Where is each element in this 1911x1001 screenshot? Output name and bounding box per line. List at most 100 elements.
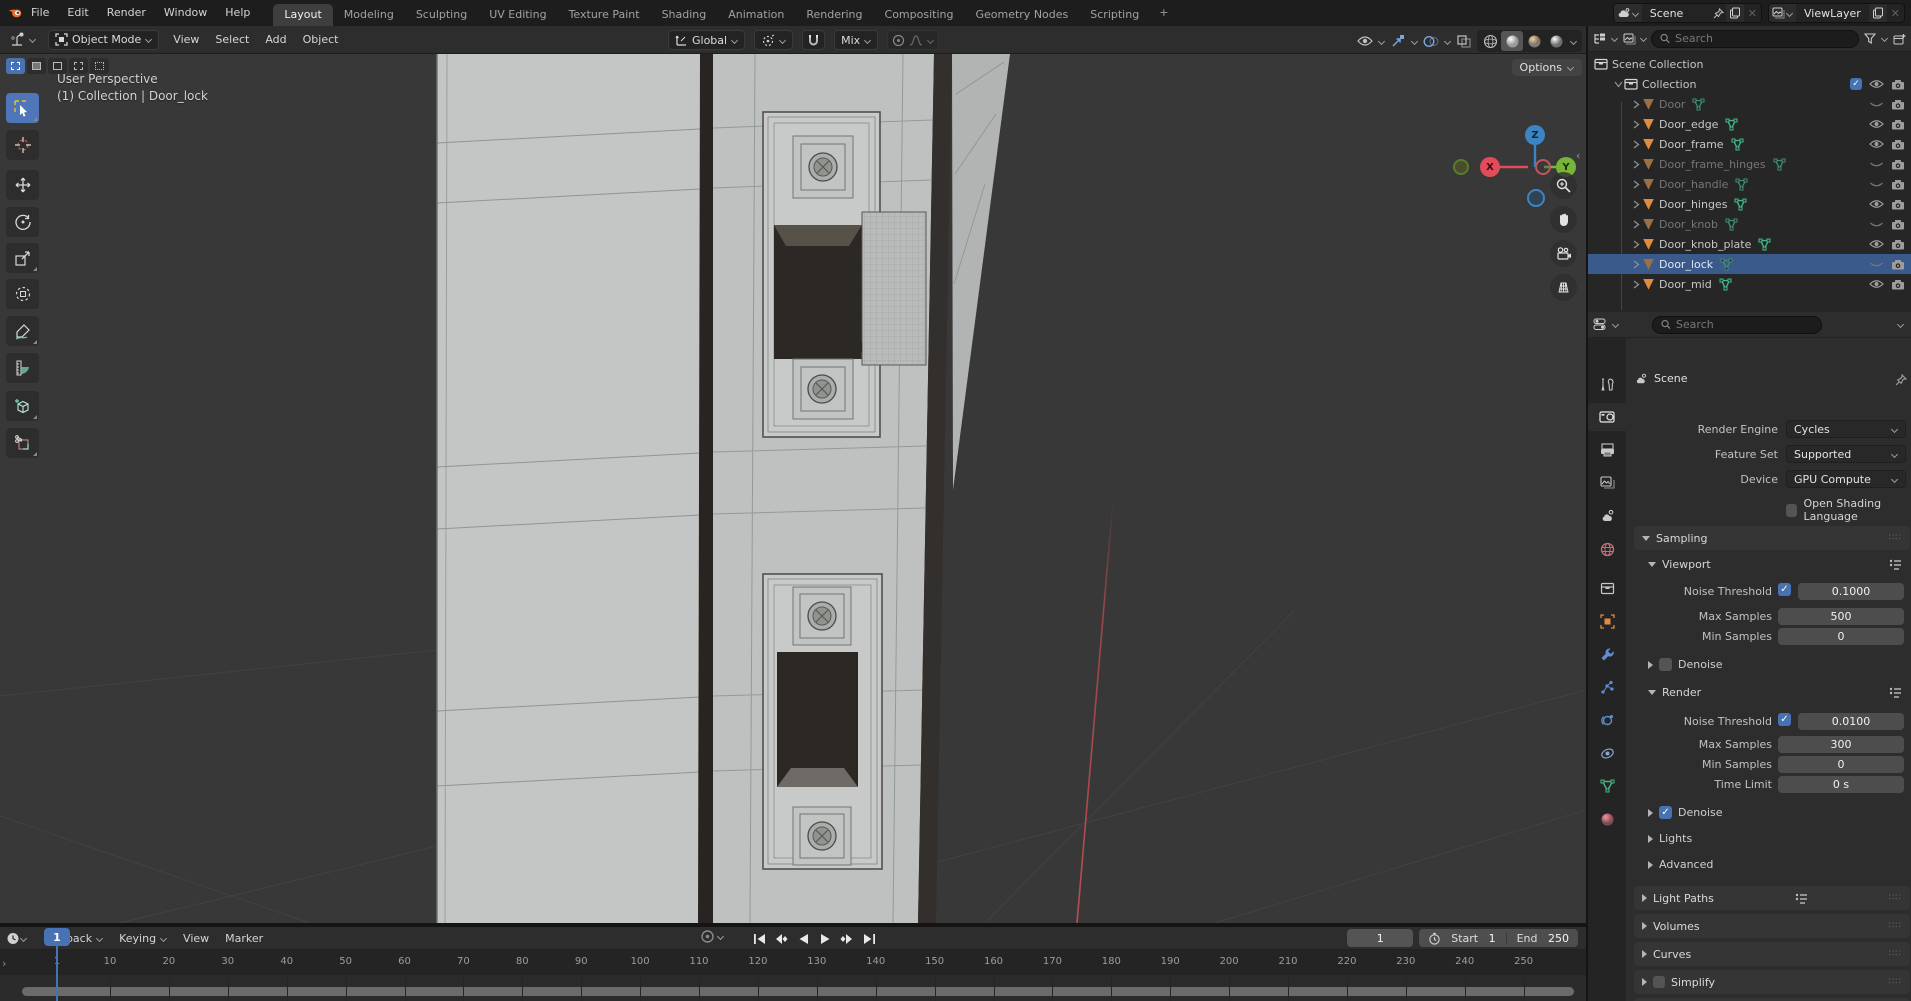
tool-scale[interactable] [6,243,39,273]
menu-edit[interactable]: Edit [58,0,97,26]
tab-object-data[interactable] [1588,772,1626,800]
play-reverse-button[interactable] [792,929,814,949]
gizmo-x-axis[interactable]: X [1480,157,1500,177]
editor-type-button[interactable] [2,30,43,50]
r-noise-threshold-value[interactable]: 0.0100 [1798,713,1904,730]
options-dropdown[interactable]: Options [1511,59,1582,76]
playhead-line[interactable] [56,946,58,1001]
camera-view-button[interactable] [1550,240,1577,267]
viewlayer-remove-icon[interactable]: ✕ [1887,7,1904,20]
chevron-right-icon[interactable] [1630,199,1642,209]
gizmo-x-neg[interactable] [1535,159,1551,175]
r-noise-threshold-checkbox[interactable]: ✓ [1778,713,1791,726]
properties-editor-type-button[interactable] [1593,318,1607,332]
tool-select-box[interactable] [6,93,39,123]
chevron-right-icon[interactable] [1630,239,1642,249]
gizmo-z-neg[interactable] [1527,189,1545,207]
eye-open-icon[interactable] [1869,119,1884,129]
tab-particles[interactable] [1588,673,1626,701]
vp-denoise-row[interactable]: Denoise [1648,658,1723,671]
outliner-search[interactable] [1651,29,1859,48]
sidebar-collapse-arrow[interactable]: ‹ [1576,149,1580,162]
mode-dropdown[interactable]: Object Mode [48,29,160,50]
viewport-menu-object[interactable]: Object [295,33,347,46]
tool-move[interactable] [6,170,39,200]
play-button[interactable] [814,929,836,949]
camera-visibility-icon[interactable] [1891,259,1905,270]
chevron-right-icon[interactable] [1630,139,1642,149]
outliner-row-door_knob_plate[interactable]: Door_knob_plate [1588,234,1911,254]
device-dropdown[interactable]: GPU Compute [1786,470,1906,488]
r-max-samples-value[interactable]: 300 [1778,736,1904,753]
select-mode-extend[interactable] [27,58,46,74]
camera-visibility-icon[interactable] [1891,199,1905,210]
outliner-row-door_handle[interactable]: Door_handle [1588,174,1911,194]
workspace-tab-shading[interactable]: Shading [651,4,718,26]
subpanel-render[interactable]: Render [1648,686,1902,699]
eye-open-icon[interactable] [1869,239,1884,249]
tool-measure[interactable] [6,353,39,383]
chevron-right-icon[interactable] [1630,219,1642,229]
outliner-row-door_frame_hinges[interactable]: Door_frame_hinges [1588,154,1911,174]
row-lights[interactable]: Lights [1648,832,1692,845]
outliner-row-door_knob[interactable]: Door_knob [1588,214,1911,234]
outliner-row-door_frame[interactable]: Door_frame [1588,134,1911,154]
outliner-row-door_hinges[interactable]: Door_hinges [1588,194,1911,214]
properties-search-input[interactable] [1675,318,1813,331]
chevron-right-icon[interactable] [1630,279,1642,289]
blender-logo-icon[interactable] [8,6,22,20]
tab-material[interactable] [1588,805,1626,833]
playhead-current-frame[interactable]: 1 [44,928,70,946]
outliner-editor-type-button[interactable] [1593,32,1607,46]
tool-transform[interactable] [6,279,39,309]
start-frame-field[interactable]: Start 1 [1451,932,1495,945]
workspace-tab-sculpting[interactable]: Sculpting [405,4,478,26]
vp-denoise-checkbox[interactable] [1659,658,1672,671]
eye-open-icon[interactable] [1869,199,1884,209]
panel-light-paths[interactable]: Light Paths ∷∷ [1634,886,1910,910]
row-advanced[interactable]: Advanced [1648,858,1713,871]
camera-visibility-icon[interactable] [1891,139,1905,150]
show-overlays-toggle[interactable] [1421,31,1441,51]
pan-hand-button[interactable] [1550,206,1577,233]
viewport-menu-select[interactable]: Select [207,33,257,46]
vp-noise-threshold-value[interactable]: 0.1000 [1798,583,1904,600]
falloff-curve-icon[interactable] [909,34,923,47]
snap-target-dropdown[interactable]: Mix [834,30,879,50]
tool-add-primitive[interactable] [6,391,39,421]
scene-browse-button[interactable] [1613,4,1642,22]
chevron-right-icon[interactable] [1630,99,1642,109]
workspace-tab-compositing[interactable]: Compositing [874,4,965,26]
eye-open-icon[interactable] [1869,79,1884,89]
workspace-tab-geometry-nodes[interactable]: Geometry Nodes [964,4,1079,26]
tab-modifiers[interactable] [1588,640,1626,668]
eye-closed-icon[interactable] [1869,99,1884,109]
add-workspace-button[interactable]: + [1150,2,1177,24]
pin-icon[interactable] [1712,6,1726,20]
outliner-row-door_edge[interactable]: Door_edge [1588,114,1911,134]
camera-visibility-icon[interactable] [1891,119,1905,130]
show-gizmo-toggle[interactable] [1388,31,1408,51]
tab-render[interactable] [1588,403,1626,431]
shading-rendered-button[interactable] [1545,31,1567,51]
transform-orientation-dropdown[interactable]: Global [668,30,746,50]
camera-visibility-icon[interactable] [1891,99,1905,110]
viewlayer-new-button[interactable] [1868,4,1887,22]
workspace-tab-texture-paint[interactable]: Texture Paint [558,4,651,26]
workspace-tab-uv-editing[interactable]: UV Editing [478,4,557,26]
tool-shear-cut[interactable] [6,428,39,458]
chevron-right-icon[interactable] [1630,119,1642,129]
viewlayer-name-field[interactable]: ViewLayer [1796,7,1869,20]
tool-annotate[interactable] [6,316,39,346]
panel-simplify[interactable]: Simplify ∷∷ [1634,970,1910,994]
eye-closed-icon[interactable] [1869,179,1884,189]
stopwatch-icon[interactable] [1428,932,1441,945]
camera-visibility-icon[interactable] [1891,219,1905,230]
select-mode-set[interactable] [6,58,25,74]
scene-name-field[interactable]: Scene [1642,7,1712,20]
workspace-tab-modeling[interactable]: Modeling [333,4,405,26]
camera-visibility-icon[interactable] [1891,159,1905,170]
next-keyframe-button[interactable] [836,929,858,949]
viewport-menu-view[interactable]: View [165,33,207,46]
timeline-scrollbar[interactable] [22,987,1574,996]
